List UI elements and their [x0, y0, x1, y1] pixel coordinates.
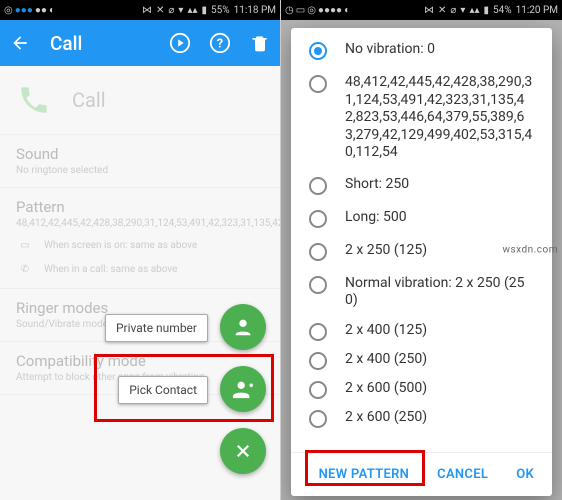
pattern-dialog: No vibration: 0 48,412,42,445,42,428,38,…	[291, 28, 552, 496]
option-label[interactable]: 48,412,42,445,42,428,38,290,31,124,53,49…	[345, 74, 534, 162]
cancel-button[interactable]: CANCEL	[427, 461, 498, 488]
phone-icon	[16, 82, 52, 118]
status-bar: ◎●●●●●◐ ⋈✕⌀▾▴▴▮ 55% 11:18 PM	[0, 0, 280, 20]
sound-sub: No ringtone selected	[16, 165, 264, 177]
radio[interactable]	[309, 210, 327, 228]
help-icon[interactable]: ?	[208, 31, 232, 55]
radio[interactable]	[309, 177, 327, 195]
svg-text:?: ?	[217, 37, 223, 52]
pattern-label: Pattern	[16, 198, 264, 216]
screen-left: ◎●●●●●◐ ⋈✕⌀▾▴▴▮ 55% 11:18 PM Call ?	[0, 0, 281, 500]
new-pattern-button[interactable]: NEW PATTERN	[309, 461, 420, 488]
app-title: Call	[50, 32, 168, 55]
option-label[interactable]: No vibration: 0	[345, 41, 435, 59]
fab-close[interactable]	[220, 428, 266, 474]
radio[interactable]	[309, 75, 327, 93]
compat-label: Compatibility mode	[16, 352, 264, 370]
fab-private-number[interactable]	[220, 304, 266, 350]
sound-section[interactable]: Sound No ringtone selected	[0, 135, 280, 188]
delete-icon[interactable]	[248, 31, 272, 55]
option-label[interactable]: 2 x 600 (250)	[345, 409, 427, 427]
pattern-options-list[interactable]: No vibration: 0 48,412,42,445,42,428,38,…	[291, 28, 552, 452]
option-label[interactable]: 2 x 600 (500)	[345, 380, 427, 398]
fab-pick-contact[interactable]	[220, 366, 266, 412]
option-label[interactable]: 2 x 250 (125)	[345, 242, 427, 260]
radio[interactable]	[309, 323, 327, 341]
radio[interactable]	[309, 352, 327, 370]
option-label[interactable]: 2 x 400 (250)	[345, 351, 427, 369]
status-battery: 55%	[211, 5, 230, 16]
tooltip-private: Private number	[105, 314, 208, 342]
call-header-section: Call	[0, 66, 280, 135]
watermark: wsxdn.com	[502, 245, 558, 256]
radio[interactable]	[309, 243, 327, 261]
radio[interactable]	[309, 276, 327, 294]
radio[interactable]	[309, 410, 327, 428]
screen-icon: ▭	[16, 236, 34, 254]
sound-label: Sound	[16, 145, 264, 163]
dialog-actions: NEW PATTERN CANCEL OK	[291, 452, 552, 496]
radio[interactable]	[309, 381, 327, 399]
pattern-screenon: When screen is on: same as above	[44, 240, 197, 251]
incall-icon: ✆	[16, 260, 34, 278]
app-bar: Call ?	[0, 20, 280, 66]
status-battery-r: 54%	[493, 5, 512, 16]
option-label[interactable]: 2 x 400 (125)	[345, 322, 427, 340]
call-title: Call	[72, 88, 106, 112]
pattern-section[interactable]: Pattern 48,412,42,445,42,428,38,290,31,1…	[0, 188, 280, 289]
pattern-incall: When in a call: same as above	[44, 264, 177, 275]
status-time: 11:18 PM	[234, 5, 276, 16]
radio-selected[interactable]	[309, 42, 327, 60]
ok-button[interactable]: OK	[506, 461, 544, 488]
status-bar-r: ◷▭◎●●●●◐ ⋈✕⌀▾▴▴▮ 54% 11:20 PM	[281, 0, 562, 20]
status-time-r: 11:20 PM	[516, 5, 558, 16]
option-label[interactable]: Normal vibration: 2 x 250 (250)	[345, 275, 534, 310]
tooltip-pick: Pick Contact	[118, 376, 208, 404]
option-label[interactable]: Short: 250	[345, 176, 409, 194]
back-button[interactable]	[8, 31, 32, 55]
pattern-sub: 48,412,42,445,42,428,38,290,31,124,53,49…	[16, 218, 264, 230]
option-label[interactable]: Long: 500	[345, 209, 407, 227]
play-icon[interactable]	[168, 31, 192, 55]
